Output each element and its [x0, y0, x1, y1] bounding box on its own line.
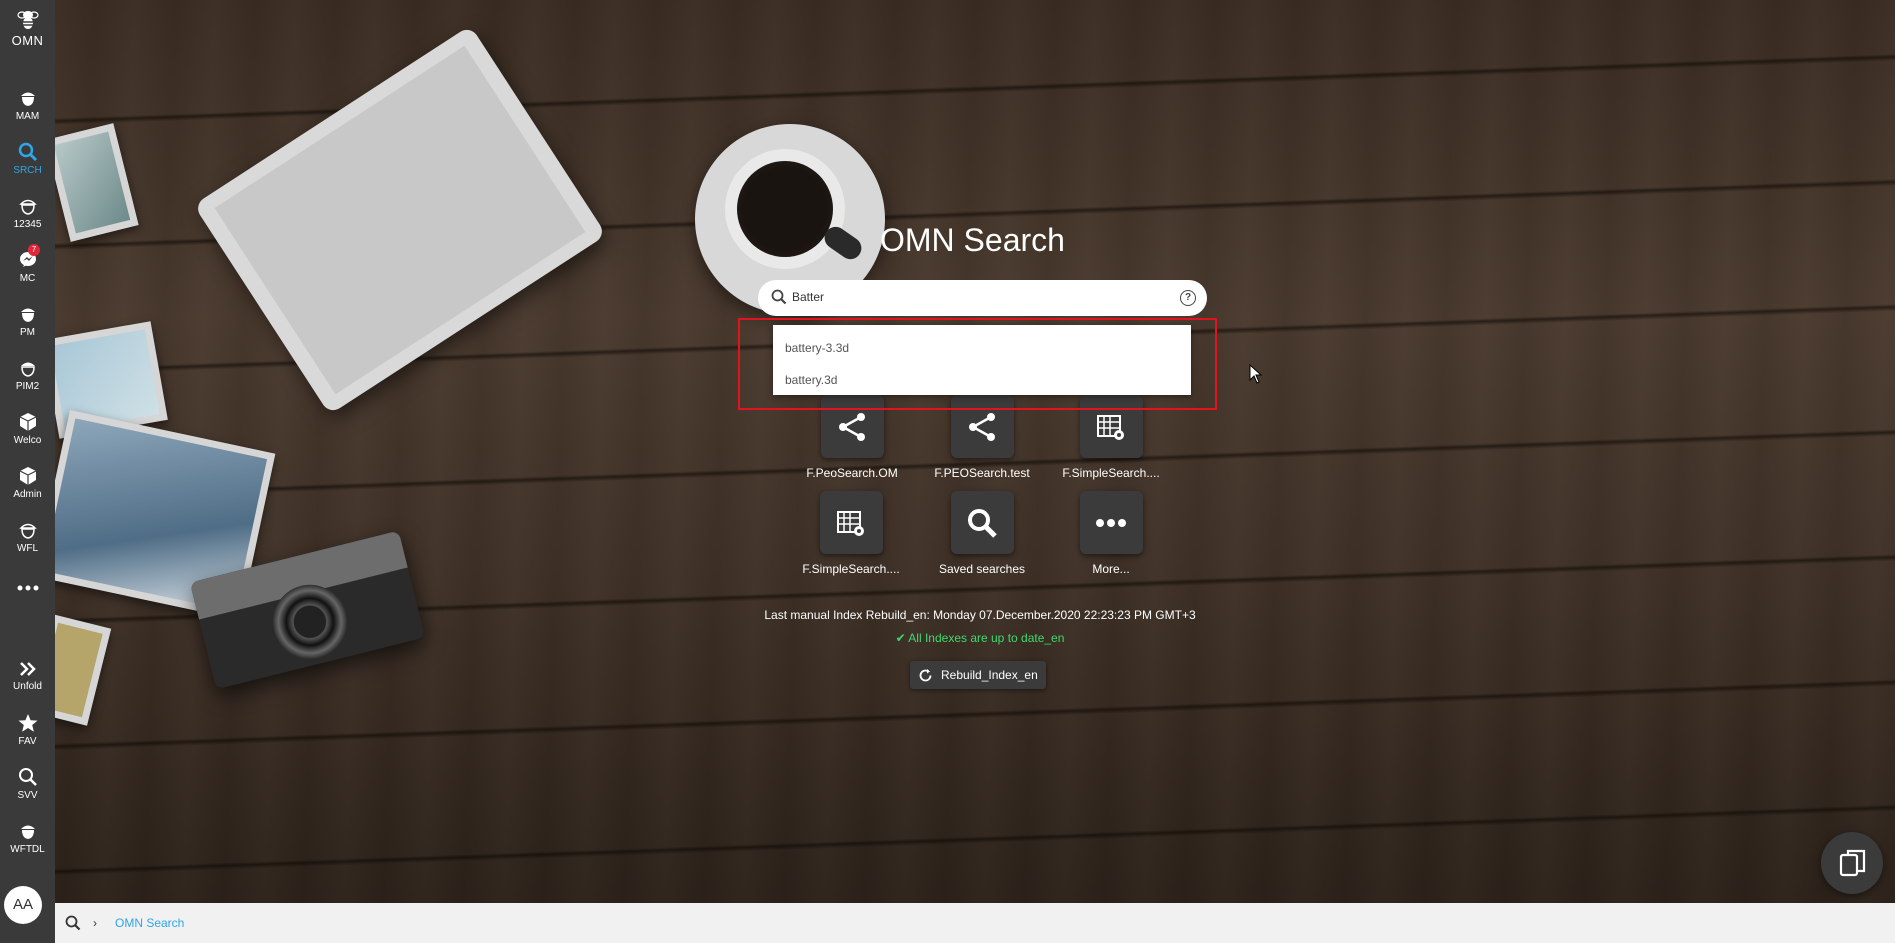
copy-button[interactable] [1821, 832, 1883, 894]
refresh-icon [919, 669, 932, 682]
sidebar-item-label: FAV [18, 736, 37, 747]
footer-bar: › OMN Search [55, 903, 1895, 943]
sidebar-item-welco[interactable]: Welco [0, 412, 55, 446]
cube-icon [19, 467, 36, 485]
sidebar-item-12345[interactable]: 12345 [0, 196, 55, 230]
tile-box [950, 491, 1014, 554]
sidebar-item-label: Admin [13, 489, 42, 500]
copy-icon [1839, 849, 1866, 877]
sidebar-item-mc[interactable]: 7 MC [0, 244, 55, 284]
search-icon [18, 768, 37, 786]
cube-icon [19, 413, 36, 431]
share-nodes-icon [969, 412, 995, 441]
mouse-cursor-icon [1249, 364, 1263, 384]
sidebar-item-label: Welco [13, 435, 42, 446]
help-icon[interactable]: ? [1180, 290, 1196, 306]
highlight-box [738, 318, 1217, 410]
last-rebuild-text: Last manual Index Rebuild_en: Monday 07.… [764, 608, 1196, 622]
sidebar-item-label: MAM [15, 111, 40, 122]
tile-label: F.PeoSearch.OM [806, 466, 898, 480]
sidebar-item-label: WFL [16, 543, 39, 554]
search-input-value[interactable]: Batter [792, 290, 824, 304]
sidebar-item-wfl[interactable]: WFL [0, 520, 55, 554]
sidebar-item-wftdl[interactable]: WFTDL [0, 821, 55, 855]
sidebar-item-label: SVV [17, 790, 38, 801]
tile-label: F.PEOSearch.test [934, 466, 1030, 480]
sidebar-item-fav[interactable]: FAV [0, 713, 55, 747]
check-icon: ✔ [895, 631, 906, 645]
bee-logo-icon [16, 11, 39, 29]
index-status: ✔ All Indexes are up to date_en [700, 631, 1260, 645]
sidebar-more-button[interactable] [0, 584, 55, 592]
search-tile-simplesearch-2[interactable]: F.SimpleSearch.... [781, 491, 921, 576]
rebuild-index-label: Rebuild_Index_en [941, 668, 1038, 682]
search-input[interactable]: Batter ? [758, 280, 1207, 316]
search-icon[interactable] [65, 915, 81, 931]
calendar-gear-icon [1097, 414, 1124, 440]
sidebar-item-admin[interactable]: Admin [0, 466, 55, 500]
search-icon [771, 289, 787, 305]
sidebar-item-pim2[interactable]: PIM2 [0, 358, 55, 392]
omn-logo[interactable]: OMN [0, 6, 55, 48]
sidebar-item-unfold[interactable]: Unfold [0, 660, 55, 692]
tile-label: F.SimpleSearch.... [1062, 466, 1160, 480]
tile-label: Saved searches [938, 562, 1026, 576]
tablet-image [193, 25, 607, 415]
saved-searches-tile[interactable]: Saved searches [912, 491, 1052, 576]
photo-image [55, 614, 112, 726]
share-nodes-icon [839, 412, 865, 441]
calendar-gear-icon [837, 510, 864, 536]
more-icon [1096, 518, 1126, 527]
acorn-icon [20, 308, 35, 322]
logo-text: OMN [11, 33, 44, 48]
more-icon [17, 585, 38, 591]
double-chevron-right-icon [19, 662, 36, 676]
notification-badge: 7 [28, 244, 40, 256]
photo-image [55, 123, 139, 242]
sidebar-item-mam[interactable]: MAM [0, 88, 55, 122]
rebuild-index-button[interactable]: Rebuild_Index_en [910, 661, 1046, 689]
search-icon [968, 508, 997, 538]
acorn-outline-icon [18, 523, 37, 539]
breadcrumb[interactable]: OMN Search [115, 916, 184, 930]
page-title: OMN Search [880, 222, 1065, 258]
sidebar-item-label: Unfold [13, 681, 42, 692]
sidebar-item-label: 12345 [13, 219, 42, 230]
sidebar-item-pm[interactable]: PM [0, 304, 55, 338]
acorn-icon [20, 362, 35, 377]
avatar[interactable]: AA [4, 886, 42, 924]
sidebar-item-label: PM [20, 327, 35, 338]
sidebar-item-srch[interactable]: SRCH [0, 142, 55, 176]
acorn-icon [20, 825, 35, 839]
sidebar-item-label: WFTDL [10, 844, 45, 855]
sidebar: OMN MAM SRCH 12345 7 MC PM PIM2 Welco Ad… [0, 0, 55, 943]
tile-box [819, 491, 883, 554]
star-icon [18, 714, 37, 732]
index-status-text: All Indexes are up to date_en [908, 631, 1065, 645]
sidebar-item-label: SRCH [13, 165, 42, 176]
sidebar-item-svv[interactable]: SVV [0, 767, 55, 801]
tile-box [1079, 491, 1143, 554]
search-icon [18, 142, 37, 162]
more-tile[interactable]: More... [1041, 491, 1181, 576]
chevron-right-icon: › [93, 916, 97, 930]
tile-label: More... [1092, 562, 1130, 576]
sidebar-item-label: MC [19, 273, 36, 284]
acorn-icon [20, 92, 35, 106]
tile-label: F.SimpleSearch.... [802, 562, 900, 576]
sidebar-item-label: PIM2 [15, 381, 40, 392]
acorn-outline-icon [18, 199, 37, 215]
